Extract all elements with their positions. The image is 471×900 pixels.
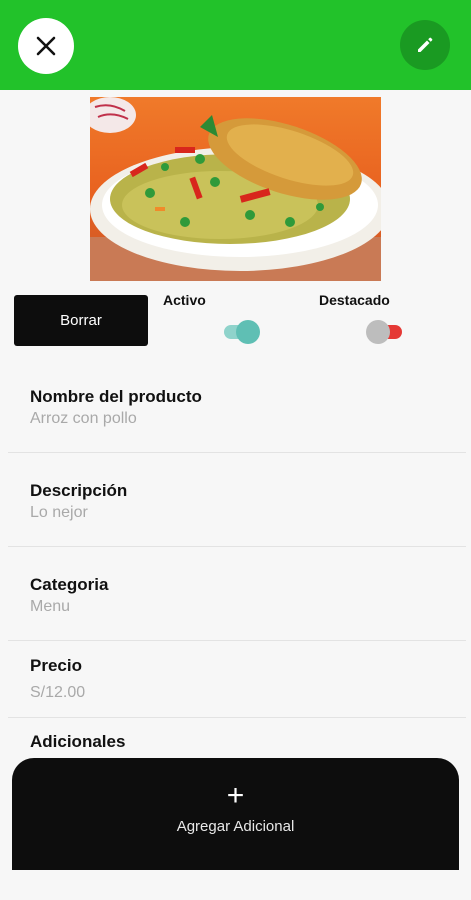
divider <box>8 717 466 718</box>
field-label: Precio <box>30 656 82 675</box>
bottom-bar <box>0 870 471 900</box>
field-value: Arroz con pollo <box>30 410 137 427</box>
field-label: Categoria <box>30 575 109 594</box>
featured-toggle-label: Destacado <box>319 292 390 308</box>
divider <box>8 452 466 453</box>
plus-icon: + <box>226 779 245 812</box>
add-additional-label: Agregar Adicional <box>176 818 295 835</box>
active-toggle-label: Activo <box>163 292 206 308</box>
edit-button[interactable] <box>400 20 450 70</box>
divider <box>8 546 466 547</box>
additionals-label: Adicionales <box>30 732 126 751</box>
field-value: Menu <box>30 598 71 615</box>
delete-button[interactable]: Borrar <box>14 295 148 346</box>
add-additional-button[interactable]: + Agregar Adicional <box>12 758 459 870</box>
field-label: Descripción <box>30 481 128 500</box>
app-header <box>0 0 471 90</box>
pencil-icon <box>418 37 433 52</box>
close-button[interactable] <box>18 18 74 74</box>
field-value: Lo nejor <box>30 504 88 521</box>
active-toggle[interactable] <box>222 317 262 347</box>
field-label: Nombre del producto <box>30 387 202 406</box>
field-value: S/12.00 <box>30 684 86 701</box>
divider <box>8 640 466 641</box>
product-image <box>90 97 381 281</box>
featured-toggle[interactable] <box>366 317 406 347</box>
close-icon <box>36 36 56 56</box>
